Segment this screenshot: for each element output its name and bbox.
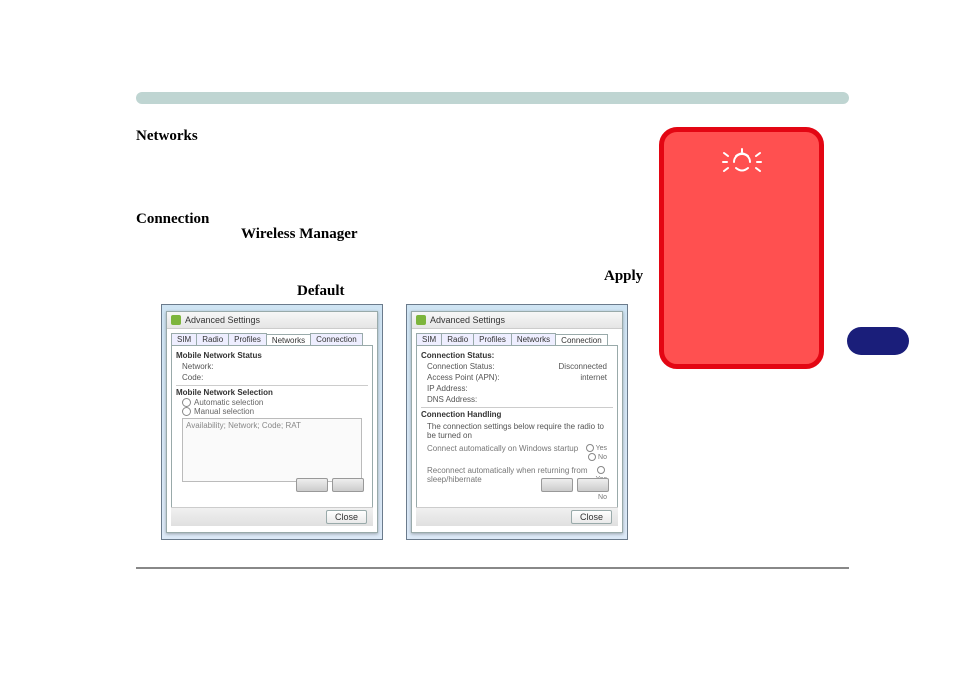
panel-button-2[interactable] [332, 478, 364, 492]
side-tab-marker [847, 327, 909, 355]
panel-button-row [296, 478, 364, 492]
field-ip-address: IP Address: [421, 383, 613, 394]
shield-icon [416, 315, 426, 325]
tab-networks[interactable]: Networks [511, 333, 556, 345]
window-titlebar: Advanced Settings [167, 312, 377, 329]
tab-sim[interactable]: SIM [171, 333, 197, 345]
group-mobile-network-selection: Mobile Network Selection [176, 388, 368, 397]
alarm-bell-icon [722, 146, 762, 176]
group-connection-handling: Connection Handling [421, 410, 613, 419]
option-connect-on-startup: Connect automatically on Windows startup… [421, 442, 613, 464]
screenshot-networks-tab: Advanced Settings SIM Radio Profiles Net… [161, 304, 383, 540]
panel-button-1[interactable] [541, 478, 573, 492]
screenshot-connection-tab: Advanced Settings SIM Radio Profiles Net… [406, 304, 628, 540]
top-divider [136, 92, 849, 104]
radio-automatic-selection[interactable]: Automatic selection [176, 398, 368, 407]
warning-callout [659, 127, 824, 369]
panel-button-row [541, 478, 609, 492]
tab-panel: Mobile Network Status Network: Code: Mob… [171, 345, 373, 519]
dialog-footer: Close [171, 507, 373, 526]
field-connection-status: Connection Status:Disconnected [421, 361, 613, 372]
heading-apply: Apply [604, 268, 643, 285]
bottom-divider [136, 567, 849, 569]
dialog-footer: Close [416, 507, 618, 526]
heading-wireless-manager: Wireless Manager [241, 226, 358, 243]
tab-strip: SIM Radio Profiles Networks Connection [412, 329, 622, 345]
close-button[interactable]: Close [326, 510, 367, 524]
window-title: Advanced Settings [185, 315, 260, 325]
field-dns-address: DNS Address: [421, 394, 613, 405]
group-connection-status: Connection Status: [421, 351, 613, 360]
window-title: Advanced Settings [430, 315, 505, 325]
heading-networks: Networks [136, 128, 198, 145]
group-mobile-network-status: Mobile Network Status [176, 351, 368, 360]
field-apn: Access Point (APN):internet [421, 372, 613, 383]
network-list: Availability; Network; Code; RAT [182, 418, 362, 482]
document-page: Networks Connection Wireless Manager App… [0, 0, 954, 673]
radio-manual-selection[interactable]: Manual selection [176, 407, 368, 416]
dialog-window: Advanced Settings SIM Radio Profiles Net… [411, 311, 623, 533]
field-network: Network: [176, 361, 368, 372]
tab-radio[interactable]: Radio [441, 333, 474, 345]
panel-button-2[interactable] [577, 478, 609, 492]
window-titlebar: Advanced Settings [412, 312, 622, 329]
handling-note: The connection settings below require th… [421, 420, 613, 442]
tab-connection[interactable]: Connection [310, 333, 362, 345]
dialog-window: Advanced Settings SIM Radio Profiles Net… [166, 311, 378, 533]
shield-icon [171, 315, 181, 325]
tab-strip: SIM Radio Profiles Networks Connection [167, 329, 377, 345]
tab-profiles[interactable]: Profiles [228, 333, 267, 345]
heading-connection: Connection [136, 211, 209, 228]
tab-panel: Connection Status: Connection Status:Dis… [416, 345, 618, 519]
panel-button-1[interactable] [296, 478, 328, 492]
divider [176, 385, 368, 386]
tab-profiles[interactable]: Profiles [473, 333, 512, 345]
divider [421, 407, 613, 408]
close-button[interactable]: Close [571, 510, 612, 524]
tab-sim[interactable]: SIM [416, 333, 442, 345]
heading-default: Default [297, 283, 345, 300]
field-code: Code: [176, 372, 368, 383]
tab-radio[interactable]: Radio [196, 333, 229, 345]
